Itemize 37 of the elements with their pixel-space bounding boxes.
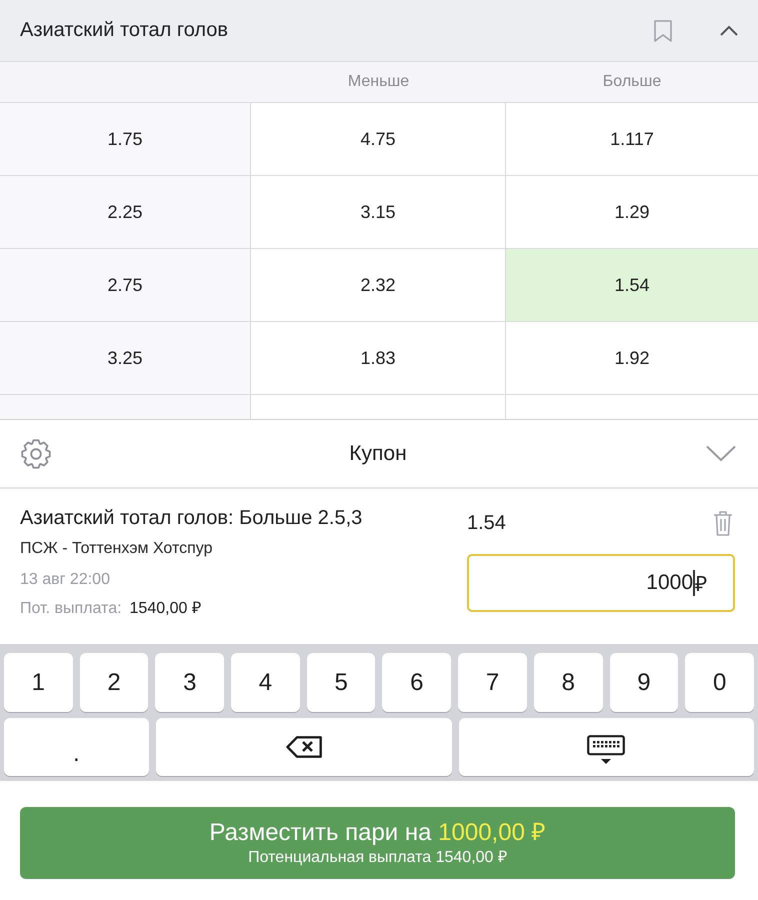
bet-odds: 1.54 <box>467 512 506 534</box>
key-button[interactable]: 3 <box>155 653 224 712</box>
stake-input-field[interactable]: 1000₽ <box>467 554 735 612</box>
key-button[interactable]: 9 <box>610 653 678 712</box>
key-button[interactable]: . <box>4 718 149 776</box>
key-button[interactable]: 7 <box>458 653 527 712</box>
coupon-title: Купон <box>349 442 407 466</box>
key-button[interactable]: 8 <box>534 653 603 712</box>
market-title: Азиатский тотал голов <box>20 19 230 42</box>
key-button[interactable]: 4 <box>231 653 300 712</box>
total-line-cell: 2.75 <box>0 249 251 321</box>
hide-keyboard-key[interactable] <box>458 718 754 776</box>
text-cursor-icon <box>693 570 695 596</box>
total-line-cell: 2.25 <box>0 176 251 248</box>
total-line-cell: 3.25 <box>0 322 251 394</box>
key-button[interactable]: 1 <box>4 653 73 712</box>
chevron-down-icon[interactable] <box>706 445 736 462</box>
payout-value: 1540,00 ₽ <box>130 599 201 618</box>
bookmark-icon[interactable] <box>654 20 672 42</box>
keyboard-hide-icon <box>587 735 626 765</box>
bet-title: Азиатский тотал голов: Больше 2.5,3 <box>20 507 364 530</box>
odds-cell[interactable]: 1.54 <box>506 249 758 321</box>
column-header: Меньше <box>348 73 410 91</box>
backspace-icon <box>286 736 322 758</box>
trash-icon[interactable] <box>713 510 733 536</box>
column-header: Больше <box>602 73 662 91</box>
key-button[interactable]: 5 <box>306 653 376 712</box>
key-button[interactable]: 6 <box>382 653 452 712</box>
key-button[interactable]: 0 <box>685 653 754 712</box>
settings-gear-icon[interactable] <box>20 438 52 470</box>
key-button[interactable]: 2 <box>80 653 148 712</box>
total-line-cell: 1.75 <box>0 103 251 175</box>
match-datetime: 13 авг 22:00 <box>20 571 111 589</box>
payout-label: Пот. выплата: <box>20 600 122 618</box>
match-name: ПСЖ - Тоттенхэм Хотспур <box>20 540 214 558</box>
backspace-key[interactable] <box>156 718 452 776</box>
chevron-up-icon[interactable] <box>720 25 738 36</box>
